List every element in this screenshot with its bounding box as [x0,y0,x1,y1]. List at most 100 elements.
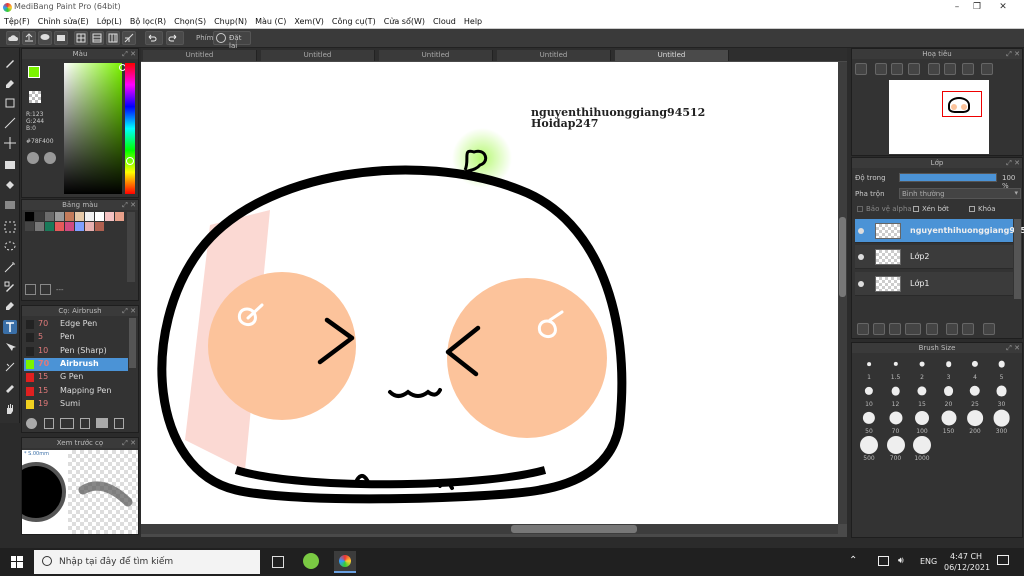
rotate-right-icon[interactable] [962,63,974,75]
brush-size-option[interactable]: 50 [856,409,882,435]
brush-menu-icon[interactable] [60,418,74,429]
redo-icon[interactable] [166,31,184,45]
opacity-slider[interactable] [899,173,997,182]
palette-icon[interactable] [27,152,39,164]
brush-size-option[interactable]: 1000 [909,436,935,462]
undo-icon[interactable] [145,31,163,45]
brush-settings-icon[interactable] [80,418,90,429]
select-pen-tool-icon[interactable] [3,280,17,294]
layer-row-text[interactable]: nguyenthihuonggiang94512 [855,219,1024,243]
chevron-up-icon[interactable]: ⌃ [849,555,857,566]
grid-icon[interactable] [74,31,88,45]
menu-cloud[interactable]: Cloud [429,15,460,28]
brush-size-option[interactable]: 15 [909,382,935,408]
rotate-left-icon[interactable] [928,63,940,75]
menu-tools[interactable]: Công cụ(T) [328,15,380,28]
new-brush-icon[interactable] [44,418,54,429]
taskbar-search[interactable]: Nhập tại đây để tìm kiếm [34,550,260,574]
layer-row-2[interactable]: Lớp2 [855,245,1013,269]
rotate-reset-icon[interactable] [944,63,956,75]
menu-edit[interactable]: Chỉnh sửa(E) [34,15,93,28]
app-icon[interactable] [303,553,319,569]
tab-untitled-1[interactable]: Untitled [143,50,257,61]
minimize-button[interactable]: – [950,1,964,13]
zoom-out-icon[interactable] [875,63,887,75]
panel-buttons[interactable]: ⤢ ✕ [122,201,136,210]
fill-rect-tool-icon[interactable] [3,158,17,172]
eye-icon[interactable] [858,281,864,287]
delete-palette-icon[interactable] [40,284,51,295]
menu-select[interactable]: Chọn(S) [170,15,210,28]
grid-icon[interactable] [106,31,120,45]
brush-item[interactable]: 15 G Pen [24,371,128,384]
palette-swatch[interactable] [25,212,34,221]
horizontal-scrollbar[interactable] [141,524,838,534]
tab-untitled-2[interactable]: Untitled [261,50,375,61]
panel-buttons[interactable]: ⤢ ✕ [1006,344,1020,353]
folder-icon[interactable] [926,323,938,335]
menu-color[interactable]: Màu (C) [251,15,290,28]
lasso-tool-icon[interactable] [3,240,17,254]
brush-size-option[interactable]: 200 [962,409,988,435]
horizontal-scroll-thumb[interactable] [511,525,637,533]
palette-swatch[interactable] [65,212,74,221]
line-tool-icon[interactable] [3,116,17,130]
palette-swatch[interactable] [35,222,44,231]
brush-size-option[interactable]: 1.5 [883,355,909,381]
duplicate-layer-icon[interactable] [946,323,958,335]
brush-size-option[interactable]: 500 [856,436,882,462]
volume-icon[interactable]: 🔊︎ [898,556,904,566]
palette-swatch[interactable] [25,222,34,231]
panel-buttons[interactable]: ⤢ ✕ [1006,50,1020,59]
clipping-checkbox[interactable] [913,206,919,212]
bucket-tool-icon[interactable] [3,178,17,192]
eye-icon[interactable] [858,228,864,234]
close-button[interactable]: ✕ [996,1,1010,13]
menu-window[interactable]: Cửa sổ(W) [380,15,429,28]
layer-menu-icon[interactable] [905,323,921,335]
layer-scrollbar[interactable] [1014,219,1021,299]
fit-icon[interactable] [891,63,903,75]
merge-layer-icon[interactable] [962,323,974,335]
tab-untitled-3[interactable]: Untitled [379,50,493,61]
palette-swatch[interactable] [45,212,54,221]
menu-snap[interactable]: Chụp(N) [210,15,251,28]
copy-brush-icon[interactable] [114,418,124,429]
language-indicator[interactable]: ENG [920,557,937,566]
brush-item[interactable]: 5 Pen [24,331,128,344]
palette-swatch[interactable] [65,222,74,231]
drawing-canvas[interactable]: nguyenthihuonggiang94512 Hoidap247 [141,62,838,524]
palette-swatch[interactable] [55,212,64,221]
menu-layer[interactable]: Lớp(L) [93,15,126,28]
saturation-value-picker[interactable] [64,63,122,194]
brush-item[interactable]: 19 Sumi [24,398,128,411]
folder-icon[interactable] [96,418,108,428]
palette-swatch[interactable] [105,212,114,221]
zoom-in-icon[interactable] [855,63,867,75]
vertical-scrollbar[interactable] [838,62,847,524]
brush-item[interactable]: 70 Airbrush [24,357,128,371]
brush-size-option[interactable]: 20 [936,382,962,408]
palette-swatch[interactable] [85,212,94,221]
palette-swatch[interactable] [75,212,84,221]
lock-checkbox[interactable] [969,206,975,212]
palette-swatch[interactable] [95,222,104,231]
blend-mode-select[interactable]: Bình thường ▾ [899,188,1021,199]
vertical-scroll-thumb[interactable] [839,217,846,297]
hue-slider[interactable] [125,63,135,194]
brush-size-option[interactable]: 2 [909,355,935,381]
palette-swatch[interactable] [75,222,84,231]
palette-swatch[interactable] [35,212,44,221]
navigator-thumbnail[interactable] [889,80,989,154]
brush-size-option[interactable]: 300 [989,409,1015,435]
brush-item[interactable]: 15 Mapping Pen [24,385,128,398]
brush-size-option[interactable]: 4 [962,355,988,381]
panel-buttons[interactable]: ⤢ ✕ [122,439,136,448]
menu-filter[interactable]: Bộ lọc(R) [126,15,170,28]
panel-buttons[interactable]: ⤢ ✕ [122,307,136,316]
eraser-tool-icon[interactable] [3,76,17,90]
palette-swatch[interactable] [115,212,124,221]
snap-icon[interactable] [122,31,136,45]
menu-file[interactable]: Tệp(F) [0,15,34,28]
select-tool-icon[interactable] [3,220,17,234]
